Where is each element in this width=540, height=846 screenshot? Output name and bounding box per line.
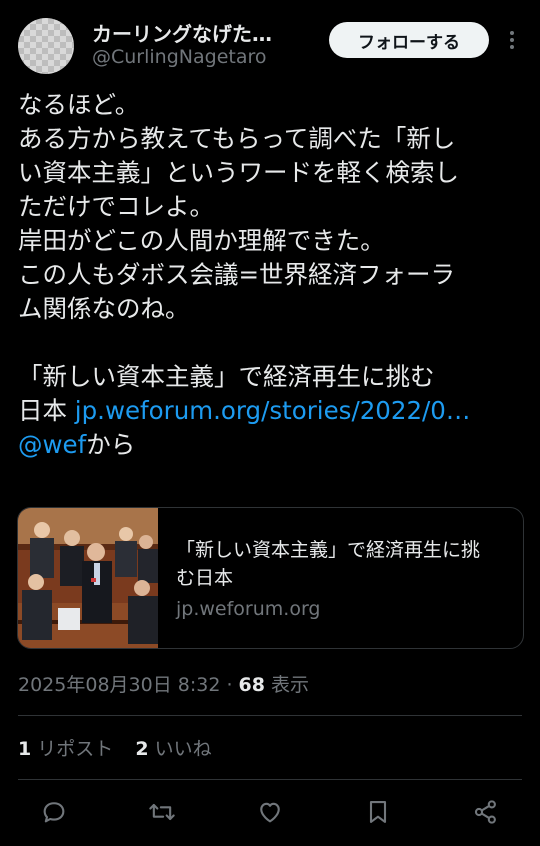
tweet-line: なるほど。: [18, 90, 140, 119]
reposts-stat[interactable]: 1 リポスト: [18, 738, 113, 760]
bookmark-icon[interactable]: [364, 798, 392, 826]
tweet-line: この人もダボス会議=世界経済フォーラ: [18, 260, 456, 289]
mention-link[interactable]: @wef: [18, 430, 86, 459]
views-count: 68: [238, 674, 265, 696]
reposts-count: 1: [18, 738, 32, 760]
like-icon[interactable]: [256, 798, 284, 826]
user-handle[interactable]: @CurlingNagetaro: [92, 46, 267, 68]
tweet-line: 岸田がどこの人間か理解できた。: [18, 226, 385, 255]
meta-separator: ·: [220, 674, 239, 696]
engagement-stats: 1 リポスト 2 いいね: [18, 734, 212, 761]
likes-label: いいね: [154, 738, 212, 760]
card-domain: jp.weforum.org: [176, 598, 321, 620]
tweet-line: ただけでコレよ。: [18, 192, 214, 221]
tweet-text: なるほど。 ある方から教えてもらって調べた「新し い資本主義」というワードを軽く…: [18, 88, 528, 462]
tweet-line: い資本主義」というワードを軽く検索し: [18, 158, 459, 187]
display-name[interactable]: カーリングなげた…: [92, 18, 317, 47]
tweet-line: ある方から教えてもらって調べた「新し: [18, 124, 456, 153]
tweet-metadata: 2025年08月30日 8:32 · 68 表示: [18, 670, 309, 697]
share-icon[interactable]: [472, 798, 500, 826]
tweet-url-link[interactable]: jp.weforum.org/stories/2022/0…: [75, 396, 471, 425]
likes-stat[interactable]: 2 いいね: [135, 738, 211, 760]
follow-button[interactable]: フォローする: [329, 22, 489, 58]
reply-icon[interactable]: [40, 798, 68, 826]
action-bar: [0, 788, 540, 834]
more-options-icon[interactable]: [502, 28, 522, 52]
tweet-line: 「新しい資本主義」で経済再生に挑む: [18, 362, 435, 391]
tweet-text-fragment: から: [86, 430, 136, 459]
reposts-label: リポスト: [37, 738, 114, 760]
link-preview-card[interactable]: 「新しい資本主義」で経済再生に挑む日本 jp.weforum.org: [17, 507, 524, 649]
card-thumbnail-image: [18, 508, 158, 648]
tweet-line-with-link: 日本 jp.weforum.org/stories/2022/0…: [18, 394, 528, 428]
tweet-header: カーリングなげた… @CurlingNagetaro フォローする: [0, 0, 540, 80]
repost-icon[interactable]: [148, 798, 176, 826]
card-title: 「新しい資本主義」で経済再生に挑む日本: [176, 539, 481, 589]
tweet-datetime[interactable]: 2025年08月30日 8:32: [18, 674, 220, 696]
tweet-line: [18, 326, 528, 360]
views-label: 表示: [265, 674, 310, 696]
divider: [18, 779, 522, 780]
divider: [18, 715, 522, 716]
tweet-text-fragment: 日本: [18, 396, 75, 425]
tweet-line: ム関係なのね。: [18, 294, 190, 323]
avatar[interactable]: [18, 18, 74, 74]
tweet-line-with-mention: @wefから: [18, 428, 528, 462]
likes-count: 2: [135, 738, 149, 760]
